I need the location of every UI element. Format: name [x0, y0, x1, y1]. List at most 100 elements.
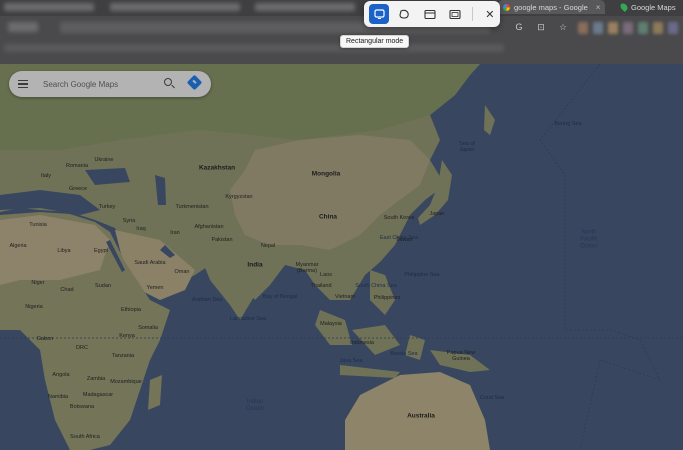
map-label-country: Ethiopia: [121, 307, 141, 313]
window-mode-button[interactable]: [419, 4, 439, 24]
extension-icon[interactable]: [578, 22, 588, 34]
map-label-country: Kenya: [119, 333, 135, 339]
map-label-sea: Bay of Bengal: [262, 294, 298, 300]
mode-tooltip: Rectangular mode: [340, 35, 410, 48]
map-label-sea: Arabian Sea: [191, 297, 223, 303]
map-label-country: Tunisia: [29, 222, 47, 228]
toolbar-divider: [471, 7, 473, 21]
map-label-country: Mozambique: [110, 379, 142, 385]
map-label-sea: Coral Sea: [479, 395, 505, 401]
fullscreen-mode-button[interactable]: [445, 4, 465, 24]
extension-icon[interactable]: [668, 22, 678, 34]
menu-icon[interactable]: [18, 80, 28, 88]
map-label-country: Turkmenistan: [175, 204, 209, 210]
map-label-country: India: [247, 261, 263, 269]
map-label-country: Iraq: [136, 226, 146, 232]
map-label-sea: South China Sea: [355, 283, 397, 289]
map-label-country: Zambia: [86, 376, 106, 382]
map-label-country: Vietnam: [334, 294, 356, 300]
freeform-mode-icon: [399, 9, 410, 19]
bookmarks-bar[interactable]: [4, 44, 504, 52]
extension-icon[interactable]: [593, 22, 603, 34]
close-snip-button[interactable]: ✕: [480, 4, 500, 24]
map-label-country: Iran: [170, 230, 180, 236]
map-label-country: Ukraine: [94, 157, 114, 163]
map-label-country: Pakistan: [211, 237, 233, 243]
map-label-country: DRC: [76, 345, 88, 351]
tab-google-maps[interactable]: Google Maps: [616, 0, 681, 14]
tab-google-maps-search[interactable]: google maps - Google ×: [498, 0, 606, 14]
tab-title: Google Maps: [631, 2, 676, 12]
map-label-country: Australia: [407, 412, 435, 420]
map-label-country: Kazakhstan: [198, 164, 236, 172]
blurred-tab[interactable]: [110, 3, 240, 11]
map-label-sea: Sea of Japan: [459, 141, 475, 153]
browser-chrome: google maps - Google × Google Maps G ⊡ ☆: [0, 0, 683, 64]
snipping-toolbar: ✕: [364, 1, 500, 27]
map-label-sea: Java Sea: [339, 358, 363, 364]
map-label-country: Japan: [429, 211, 445, 217]
fullscreen-mode-icon: [449, 9, 461, 19]
directions-icon[interactable]: [186, 74, 203, 91]
map-label-country: Italy: [40, 173, 52, 179]
map-label-country: Indonesia: [350, 340, 374, 346]
map-label-country: Yemen: [146, 285, 164, 291]
map-label-country: Philippines: [373, 295, 401, 301]
map-label-country: Romania: [65, 163, 89, 169]
map-label-country: Nepal: [260, 243, 276, 249]
map-label-country: Saudi Arabia: [134, 260, 166, 266]
map-label-country: Egypt: [93, 248, 109, 254]
map-label-country: Turkey: [98, 204, 116, 210]
extension-icon[interactable]: [608, 22, 618, 34]
rectangle-mode-icon: [373, 9, 385, 19]
map-label-country: Oman: [174, 269, 190, 275]
map-label-country: Namibia: [47, 394, 69, 400]
map-label-country: Algeria: [9, 243, 27, 249]
map-canvas[interactable]: Kazakhstan Mongolia China Kyrgyzstan Tur…: [0, 64, 683, 450]
install-app-icon[interactable]: ⊡: [535, 22, 547, 33]
map-label-sea: Banda Sea: [390, 351, 418, 357]
nav-buttons[interactable]: [8, 22, 38, 32]
map-label-country: Gabon: [36, 336, 54, 342]
map-label-country: Syria: [122, 218, 136, 224]
google-favicon-icon: [503, 3, 510, 11]
map-label-sea: Laccadive Sea: [229, 316, 267, 322]
address-bar-icons: G ⊡ ☆: [513, 22, 569, 33]
map-label-country: Afghanistan: [194, 224, 224, 230]
tab-close-icon[interactable]: ×: [596, 3, 601, 12]
maps-search-box[interactable]: [9, 71, 211, 97]
blurred-tab[interactable]: [255, 3, 355, 11]
extension-icon[interactable]: [623, 22, 633, 34]
map-label-sea: East China Sea: [379, 235, 419, 241]
extension-icons: [578, 22, 678, 34]
map-label-country: China: [318, 213, 338, 221]
map-label-country: South Africa: [70, 434, 100, 440]
map-label-country: Malaysia: [320, 321, 342, 327]
map-label-country: Niger: [31, 280, 45, 286]
bookmark-star-icon[interactable]: ☆: [557, 22, 569, 33]
map-label-country: South Korea: [383, 215, 415, 221]
map-label-country: Thailand: [310, 283, 332, 289]
map-label-country: Madagascar: [82, 392, 114, 398]
freeform-mode-button[interactable]: [394, 4, 414, 24]
map-label-ocean: North Pacific Ocean: [580, 229, 598, 250]
search-input[interactable]: [41, 78, 155, 90]
map-label-country: Chad: [60, 287, 74, 293]
search-icon[interactable]: [164, 78, 172, 86]
maps-favicon-icon: [619, 2, 629, 12]
map-label-sea: Philippine Sea: [404, 272, 440, 278]
map-label-country: Papua New Guinea: [446, 350, 476, 362]
extension-icon[interactable]: [638, 22, 648, 34]
map-label-sea: Bering Sea: [554, 121, 582, 127]
map-label-country: Somalia: [138, 325, 158, 331]
map-label-country: Mongolia: [311, 170, 341, 178]
blurred-tab[interactable]: [4, 3, 94, 11]
window-mode-icon: [423, 9, 436, 19]
rectangular-mode-button[interactable]: [369, 4, 390, 24]
map-label-country: Libya: [57, 248, 71, 254]
map-label-ocean: Indian Ocean: [246, 399, 264, 412]
extension-icon[interactable]: [653, 22, 663, 34]
tab-title: google maps - Google: [514, 2, 588, 12]
map-label-country: Kyrgyzstan: [225, 194, 253, 200]
google-lens-icon[interactable]: G: [513, 22, 525, 33]
